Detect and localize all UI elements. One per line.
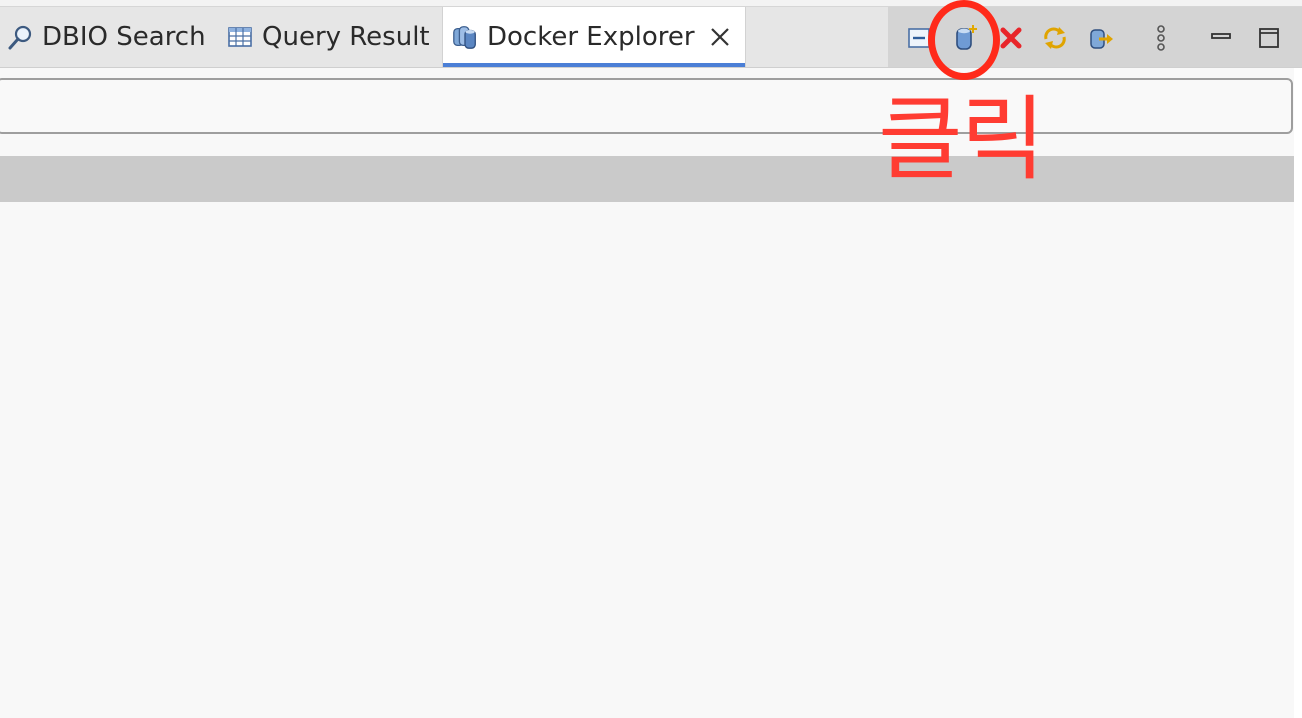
annotation-circle: [928, 0, 1000, 80]
close-icon[interactable]: [707, 24, 733, 50]
tab-dbio-search[interactable]: DBIO Search: [6, 7, 206, 67]
import-icon[interactable]: [1084, 21, 1118, 55]
table-icon: [226, 23, 254, 51]
explorer-content-area[interactable]: [0, 202, 1294, 718]
view-menu-icon[interactable]: [1144, 21, 1178, 55]
annotation-text: 클릭: [878, 86, 1045, 193]
maximize-icon[interactable]: [1252, 21, 1286, 55]
tab-label: Docker Explorer: [487, 22, 695, 52]
right-edge: [1294, 68, 1302, 718]
tab-label: DBIO Search: [42, 22, 206, 52]
table-header-bar: [0, 156, 1294, 202]
refresh-icon[interactable]: [1038, 21, 1072, 55]
active-tab-indicator: [443, 63, 745, 67]
tab-query-result[interactable]: Query Result: [226, 7, 430, 67]
tab-bar: DBIO Search Query Result Docker Explorer: [0, 7, 1302, 68]
magnifier-icon: [6, 23, 34, 51]
minimize-icon[interactable]: [1204, 21, 1238, 55]
docker-explorer-view: DBIO Search Query Result Docker Explorer…: [0, 0, 1302, 718]
docker-db-icon: [451, 23, 479, 51]
tab-label: Query Result: [262, 22, 430, 52]
tab-docker-explorer[interactable]: Docker Explorer: [442, 7, 746, 67]
filter-input[interactable]: [0, 78, 1293, 134]
top-border: [0, 0, 1302, 7]
